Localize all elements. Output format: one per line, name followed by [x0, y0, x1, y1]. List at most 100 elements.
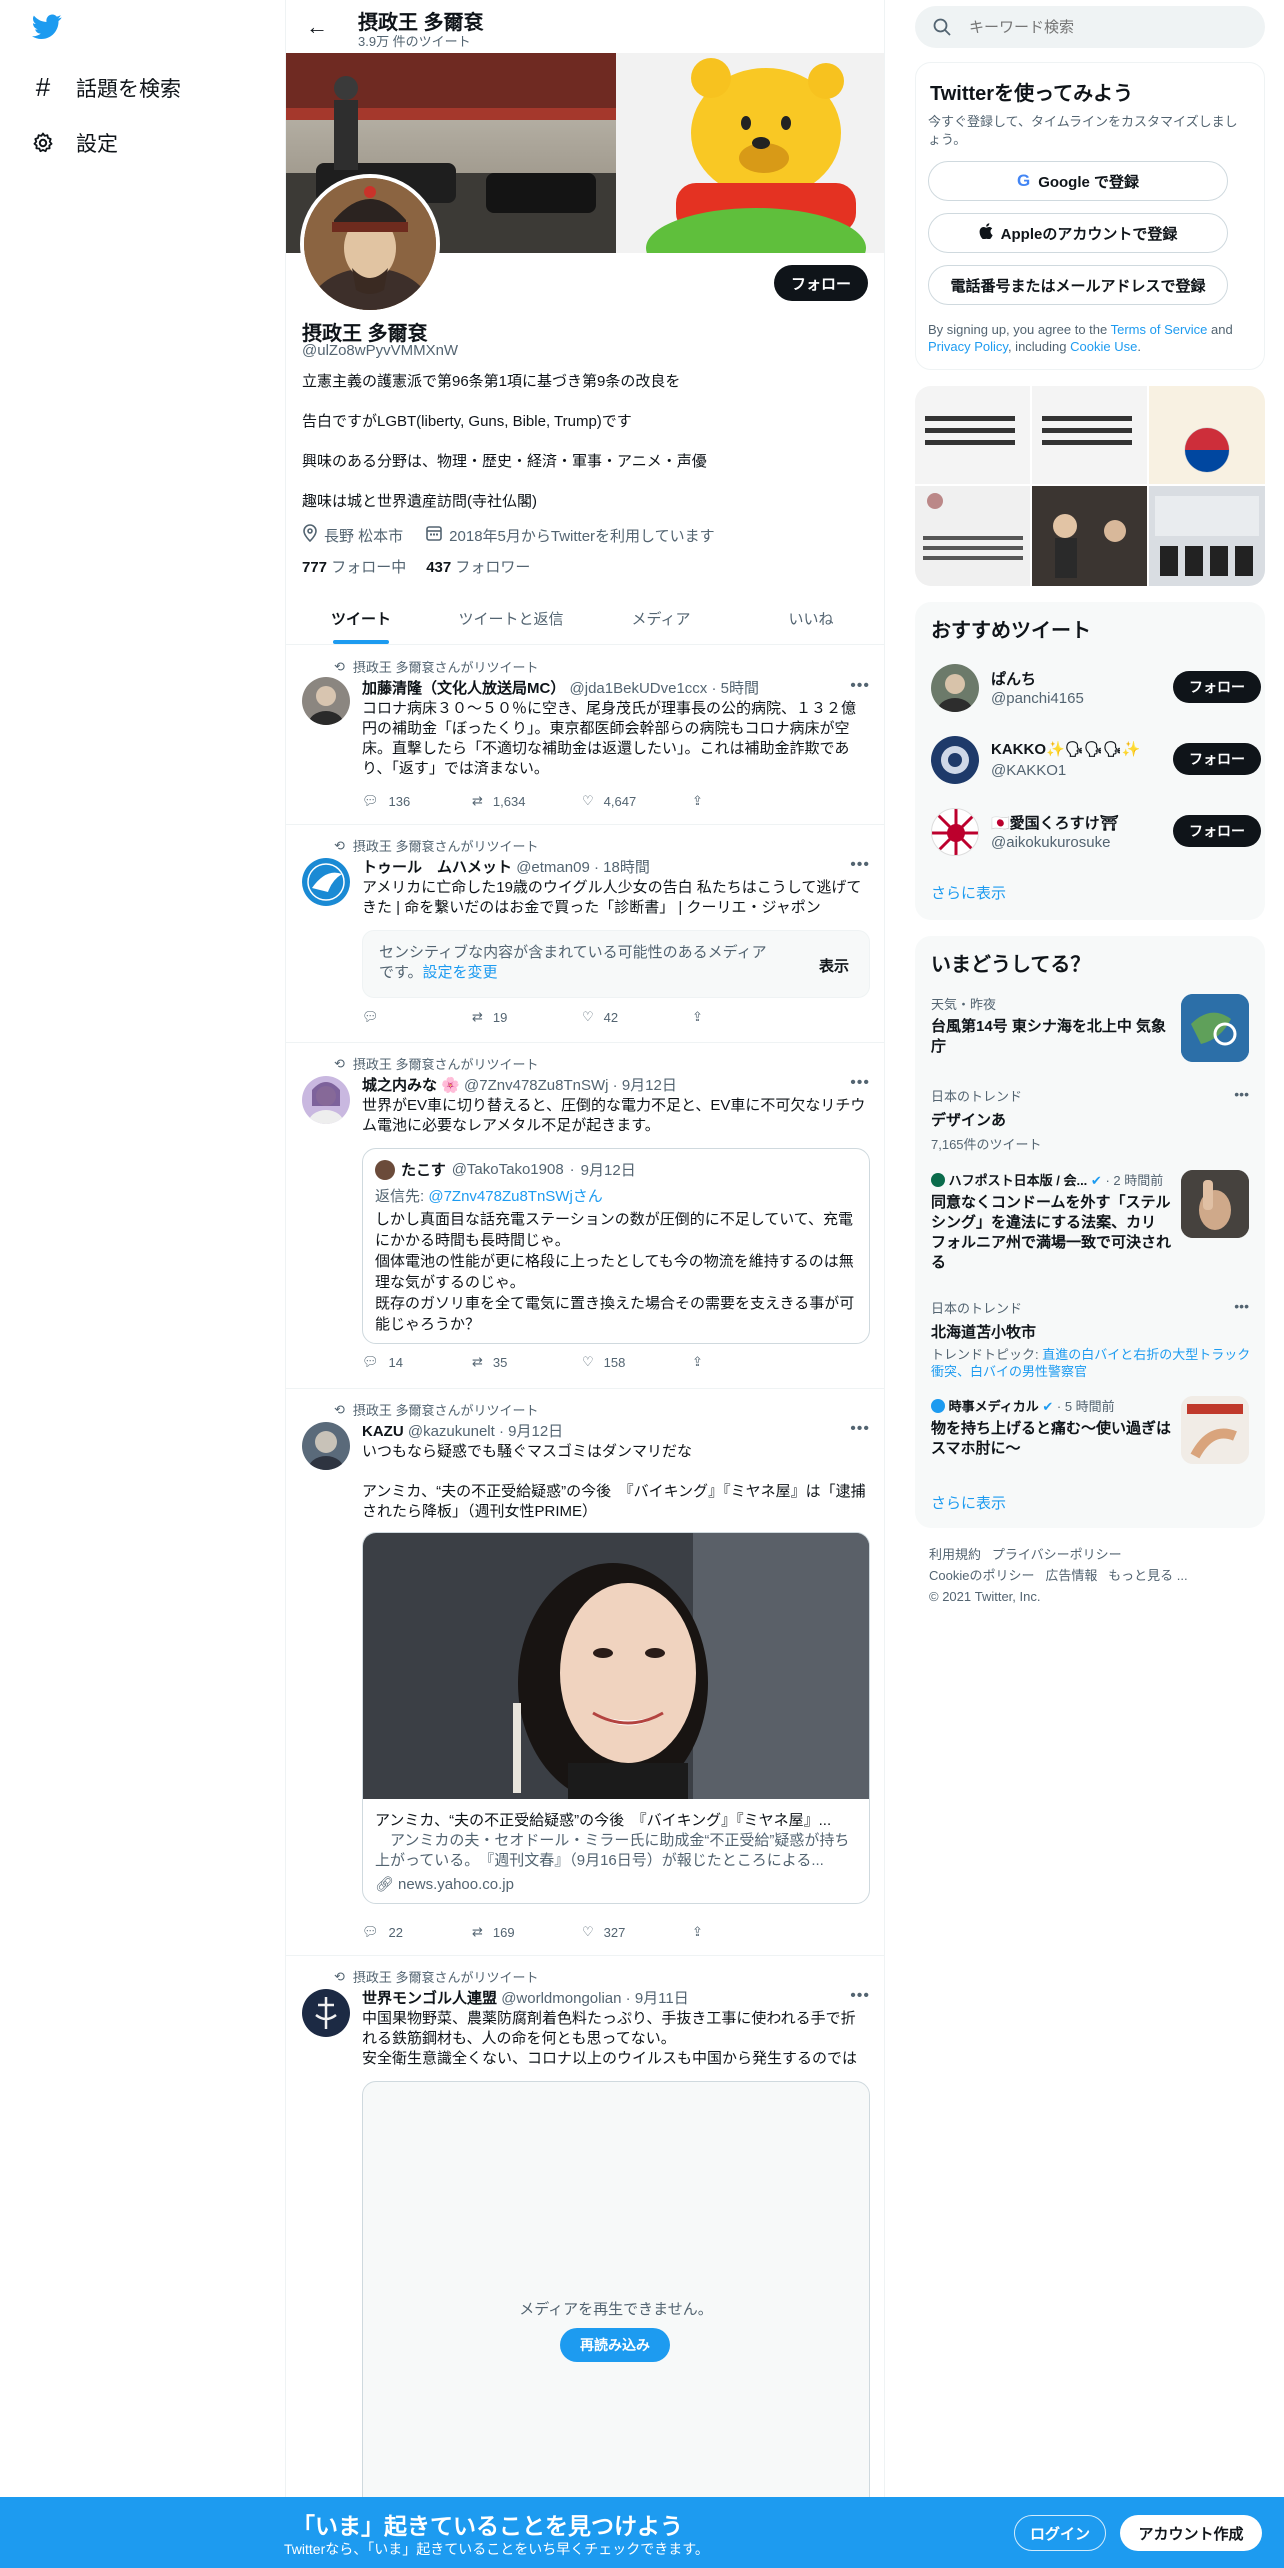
tweet-author-name[interactable]: 加藤清隆（文化人放送局MC） [362, 680, 565, 697]
tweet-1[interactable]: ⟲ 摂政王 多爾袞さんがリツイート 加藤清隆（文化人放送局MC） @jda1Be… [286, 645, 884, 825]
more-options-icon[interactable]: ••• [850, 1074, 870, 1092]
tweet-author-handle[interactable]: @etman09 [516, 859, 590, 876]
retweet-button[interactable]: ⇄ 169 [472, 1924, 582, 1940]
settings-link[interactable]: 設定を変更 [423, 964, 498, 981]
share-button[interactable]: ⇪ [692, 793, 802, 809]
more-options-icon[interactable]: ••• [850, 677, 870, 695]
tweet-author-handle[interactable]: @worldmongolian [501, 1990, 621, 2007]
bio-line: 興味のある分野は、物理・歴史・経済・軍事・アニメ・声優 [302, 453, 707, 470]
tweet-5[interactable]: ⟲ 摂政王 多爾袞さんがリツイート 世界モンゴル人連盟 @worldmongol… [286, 1957, 884, 2568]
tweet-author-name[interactable]: トゥール ムハメット [362, 859, 512, 876]
share-button[interactable]: ⇪ [692, 1009, 802, 1025]
recommended-user[interactable]: KAKKO✨🗣🗣🗣✨ @KAKKO1 フォロー [931, 732, 1261, 788]
trend-item[interactable]: 天気・昨夜 台風第14号 東シナ海を北上中 気象庁 [931, 994, 1249, 1074]
tweet-time[interactable]: 9月11日 [635, 1990, 689, 2007]
cookie-link[interactable]: Cookie Use [1070, 339, 1137, 354]
following-link[interactable]: 777 フォロー中 [302, 556, 406, 577]
reply-button[interactable]: 💬︎ 22 [362, 1924, 472, 1940]
tweet-author-name[interactable]: KAZU [362, 1423, 404, 1440]
twitter-logo-icon[interactable] [32, 14, 62, 45]
retweet-button[interactable]: ⇄ 35 [472, 1354, 582, 1370]
tweet-time[interactable]: 5時間 [721, 680, 759, 697]
show-more-link[interactable]: さらに表示 [931, 1492, 1006, 1513]
tweet-4[interactable]: ⟲ 摂政王 多爾袞さんがリツイート KAZU @kazukunelt · 9月1… [286, 1390, 884, 1956]
tab-media[interactable]: メディア [586, 592, 736, 644]
trend-item[interactable]: ハフポスト日本版 / 会... ✔︎ · 2 時間前 同意なくコンドームを外す「… [931, 1170, 1249, 1274]
footer-link[interactable]: もっと見る ... [1108, 1568, 1187, 1583]
show-more-link[interactable]: さらに表示 [931, 882, 1006, 903]
tweet-avatar[interactable] [302, 677, 350, 725]
footer-link[interactable]: Cookieのポリシー [929, 1568, 1034, 1583]
like-button[interactable]: ♡ 158 [582, 1354, 692, 1370]
more-options-icon[interactable]: ••• [1234, 1086, 1249, 1102]
reply-to-link[interactable]: @7Znv478Zu8TnSWjさん [428, 1188, 602, 1205]
tweet-3[interactable]: ⟲ 摂政王 多爾袞さんがリツイート 城之内みな 🌸 @7Znv478Zu8TnS… [286, 1044, 884, 1389]
follow-button[interactable]: フォロー [1173, 815, 1261, 847]
tweet-time[interactable]: 9月12日 [508, 1423, 563, 1440]
tweet-author-name[interactable]: 世界モンゴル人連盟 [362, 1990, 497, 2007]
tweet-author-handle[interactable]: @jda1BekUDve1ccx [570, 680, 708, 697]
more-options-icon[interactable]: ••• [1234, 1298, 1249, 1314]
tweet-avatar[interactable] [302, 858, 350, 906]
retweet-button[interactable]: ⇄ 1,634 [472, 793, 582, 809]
back-arrow-icon[interactable]: ← [306, 14, 328, 40]
like-button[interactable]: ♡ 327 [582, 1924, 692, 1940]
video-player[interactable]: メディアを再生できません。 再読み込み [362, 2081, 870, 2568]
share-button[interactable]: ⇪ [692, 1354, 802, 1370]
reply-button[interactable]: 💬︎ [362, 1009, 472, 1025]
more-options-icon[interactable]: ••• [850, 1987, 870, 2005]
tweet-2[interactable]: ⟲ 摂政王 多爾袞さんがリツイート トゥール ムハメット @etman09 · … [286, 826, 884, 1043]
nav-settings[interactable]: 設定 [30, 128, 118, 158]
link-card[interactable]: アンミカ、“夫の不正受給疑惑”の今後 『バイキング』『ミヤネ屋』... アンミカ… [362, 1532, 870, 1904]
phone-email-signup-button[interactable]: 電話番号またはメールアドレスで登録 [928, 265, 1228, 305]
signup-button[interactable]: アカウント作成 [1120, 2515, 1262, 2551]
google-signup-button[interactable]: G Google で登録 [928, 161, 1228, 201]
reply-button[interactable]: 💬︎ 136 [362, 793, 472, 809]
retweet-count: 19 [492, 1009, 508, 1025]
follow-button[interactable]: フォロー [774, 265, 868, 301]
login-button[interactable]: ログイン [1014, 2515, 1106, 2551]
like-button[interactable]: ♡ 42 [582, 1009, 692, 1025]
tab-likes[interactable]: いいね [736, 592, 884, 644]
tweet-avatar[interactable] [302, 1422, 350, 1470]
retweet-button[interactable]: ⇄ 19 [472, 1009, 582, 1025]
terms-link[interactable]: Terms of Service [1111, 322, 1208, 337]
footer-link[interactable]: 広告情報 [1045, 1568, 1097, 1583]
followers-link[interactable]: 437 フォロワー [426, 556, 530, 577]
follow-button[interactable]: フォロー [1173, 743, 1261, 775]
profile-avatar[interactable] [300, 174, 440, 314]
privacy-link[interactable]: Privacy Policy [928, 339, 1008, 354]
tweet-time[interactable]: 9月12日 [622, 1077, 677, 1094]
tweet-avatar[interactable] [302, 1076, 350, 1124]
tweet-time[interactable]: 18時間 [603, 859, 650, 876]
trend-item[interactable]: 日本のトレンド デザインあ 7,165件のツイート ••• [931, 1086, 1249, 1152]
tweet-author-handle[interactable]: @kazukunelt [408, 1423, 495, 1440]
media-grid[interactable] [915, 386, 1265, 586]
tweet-author-handle[interactable]: @7Znv478Zu8TnSWj [464, 1077, 608, 1094]
footer-link[interactable]: プライバシーポリシー [992, 1547, 1122, 1562]
reload-button[interactable]: 再読み込み [560, 2328, 670, 2362]
search-input[interactable] [969, 16, 1249, 38]
trend-item[interactable]: 日本のトレンド 北海道苫小牧市 トレンドトピック: 直進の白バイと右折の大型トラ… [931, 1298, 1250, 1382]
quoted-tweet[interactable]: たこす @TakoTako1908 · 9月12日 返信先: @7Znv478Z… [362, 1148, 870, 1344]
tweet-author-name[interactable]: 城之内みな [362, 1077, 437, 1094]
nav-explore[interactable]: # 話題を検索 [30, 72, 181, 103]
recommended-user[interactable]: 🇯🇵愛国くろすけ⛩ @aikokukurosuke フォロー [931, 804, 1261, 860]
more-options-icon[interactable]: ••• [850, 856, 870, 874]
tab-tweets[interactable]: ツイート [286, 592, 436, 644]
left-nav: # 話題を検索 設定 [0, 0, 285, 2568]
show-media-button[interactable]: 表示 [819, 955, 849, 976]
follow-button[interactable]: フォロー [1173, 671, 1261, 703]
more-options-icon[interactable]: ••• [850, 1420, 870, 1438]
like-button[interactable]: ♡ 4,647 [582, 793, 692, 809]
tab-tweets-and-replies[interactable]: ツイートと返信 [436, 592, 586, 644]
share-button[interactable]: ⇪ [692, 1924, 802, 1940]
reply-button[interactable]: 💬︎ 14 [362, 1354, 472, 1370]
trend-thumbnail [1181, 1396, 1249, 1464]
search-box[interactable] [915, 6, 1265, 48]
tweet-avatar[interactable] [302, 1989, 350, 2037]
trend-item[interactable]: 時事メディカル ✔︎ · 5 時間前 物を持ち上げると痛む～使い過ぎはスマホ肘に… [931, 1396, 1249, 1468]
footer-link[interactable]: 利用規約 [929, 1547, 981, 1562]
recommended-user[interactable]: ぱんち @panchi4165 フォロー [931, 660, 1261, 716]
apple-signup-button[interactable]: Appleのアカウントで登録 [928, 213, 1228, 253]
